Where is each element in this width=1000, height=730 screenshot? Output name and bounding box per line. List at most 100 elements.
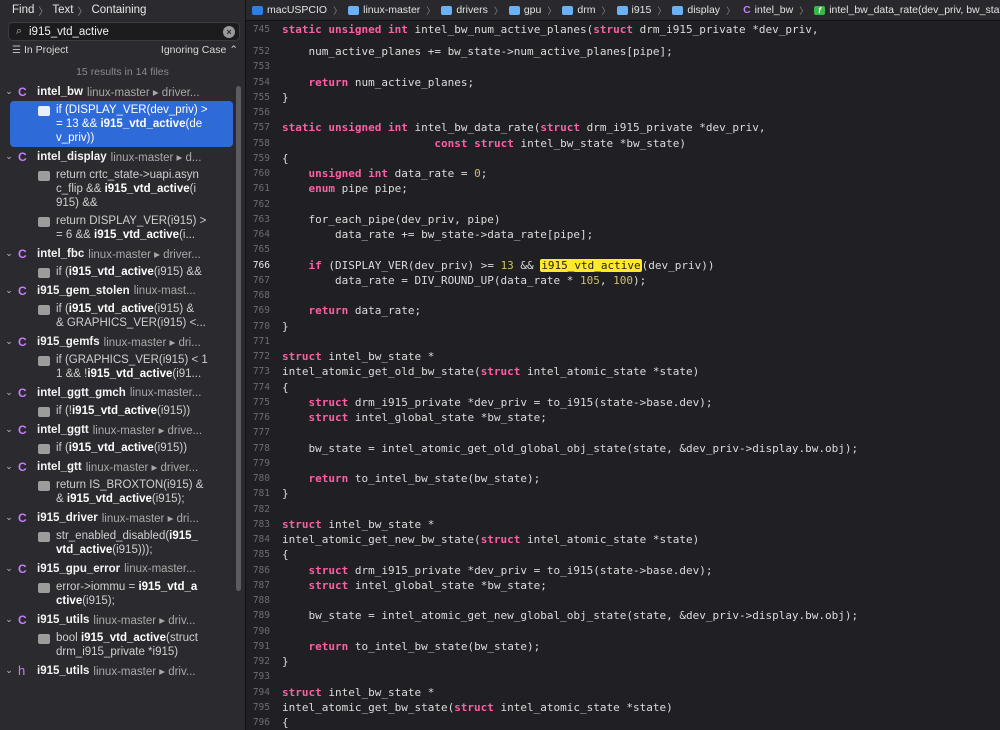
code-line: 768 xyxy=(246,288,1000,303)
code-line: 780 return to_intel_bw_state(bw_state); xyxy=(246,471,1000,486)
result-match[interactable]: if (GRAPHICS_VER(i915) < 1 1 && !i915_vt… xyxy=(10,351,233,383)
code-line: 789 bw_state = intel_atomic_get_new_glob… xyxy=(246,608,1000,623)
code-text: } xyxy=(282,655,289,668)
disclosure-chevron-icon[interactable]: ⌄ xyxy=(0,248,18,259)
result-file-path: linux-master... xyxy=(124,562,196,575)
result-match[interactable]: if (!i915_vtd_active(i915)) xyxy=(10,402,233,420)
code-line: 756 xyxy=(246,105,1000,120)
code-text: intel_atomic_get_bw_state(struct intel_a… xyxy=(282,700,673,714)
chevron-right-icon: 〉 xyxy=(601,5,611,16)
result-file[interactable]: ⌄ Cintel_gtt linux-master ▸ driver... xyxy=(0,457,236,476)
disclosure-chevron-icon[interactable]: ⌄ xyxy=(0,424,18,435)
line-number: 786 xyxy=(252,564,270,576)
disclosure-chevron-icon[interactable]: ⌄ xyxy=(0,285,18,296)
case-sensitivity-selector[interactable]: Ignoring Case ⌃ xyxy=(161,44,238,58)
result-match[interactable]: if (i915_vtd_active(i915) & & GRAPHICS_V… xyxy=(10,300,233,332)
disclosure-chevron-icon[interactable]: ⌄ xyxy=(0,86,18,97)
result-file[interactable]: ⌄ Cintel_ggtt linux-master ▸ drive... xyxy=(0,420,236,439)
disclosure-chevron-icon[interactable]: ⌄ xyxy=(0,563,18,574)
find-mode-text[interactable]: Text xyxy=(52,4,73,16)
line-number: 779 xyxy=(252,457,270,469)
result-file[interactable]: ⌄ Ci915_utils linux-master ▸ driv... xyxy=(0,610,236,629)
results-count: 15 results in 14 files xyxy=(76,66,169,78)
line-number: 760 xyxy=(252,168,270,179)
code-line: 788 xyxy=(246,593,1000,608)
source-editor[interactable]: 745 static unsigned int intel_bw_num_acti… xyxy=(246,21,1000,730)
breadcrumb-item[interactable]: f intel_bw_data_rate(dev_priv, bw_state) xyxy=(808,4,1000,16)
disclosure-chevron-icon[interactable]: ⌄ xyxy=(0,151,18,162)
c-file-icon: C xyxy=(18,612,27,627)
result-match-text: if (i915_vtd_active(i915)) xyxy=(56,442,188,454)
breadcrumb-label: display xyxy=(687,4,721,16)
result-match[interactable]: if (DISPLAY_VER(dev_priv) > = 13 && i915… xyxy=(10,101,233,147)
disclosure-chevron-icon[interactable]: ⌄ xyxy=(0,387,18,398)
line-number: 788 xyxy=(252,595,270,606)
breadcrumb-item[interactable]: i915 〉 xyxy=(611,4,666,17)
result-file[interactable]: ⌄ Cintel_bw linux-master ▸ driver... xyxy=(0,82,236,101)
chevron-right-icon: 〉 xyxy=(333,5,343,16)
line-number: 790 xyxy=(252,625,270,637)
result-file-name: intel_fbc xyxy=(37,247,85,260)
breadcrumb-item[interactable]: linux-master 〉 xyxy=(342,4,435,17)
code-line: 776 struct intel_global_state *bw_state; xyxy=(246,410,1000,425)
line-match-icon xyxy=(38,268,50,278)
code-line: 764 data_rate += bw_state->data_rate[pip… xyxy=(246,227,1000,242)
disclosure-chevron-icon[interactable]: ⌄ xyxy=(0,336,18,347)
breadcrumb-item[interactable]: drm 〉 xyxy=(556,4,611,17)
result-match[interactable]: return DISPLAY_VER(i915) > = 6 && i915_v… xyxy=(10,212,233,244)
result-file[interactable]: ⌄ Ci915_driver linux-master ▸ dri... xyxy=(0,508,236,527)
code-text: const struct intel_bw_state *bw_state) xyxy=(434,136,687,150)
find-mode-containing[interactable]: Containing xyxy=(91,4,146,16)
result-file-name: i915_gem_stolen xyxy=(37,284,130,297)
result-match[interactable]: str_enabled_disabled(i915_ vtd_active(i9… xyxy=(10,527,233,559)
result-file-path: linux-master ▸ d... xyxy=(110,151,202,164)
chevron-right-icon: 〉 xyxy=(726,5,736,16)
result-file[interactable]: ⌄ Cintel_fbc linux-master ▸ driver... xyxy=(0,244,236,263)
line-number: 762 xyxy=(252,198,270,210)
line-number: 745 xyxy=(252,24,270,35)
breadcrumb-item[interactable]: Cintel_bw 〉 xyxy=(735,4,808,17)
result-file[interactable]: ⌄ h i915_utils linux-master ▸ driv... xyxy=(0,661,236,680)
line-number: 763 xyxy=(252,213,270,225)
result-match-text: error->iommu = i915_vtd_a ctive(i915); xyxy=(56,581,198,607)
disclosure-chevron-icon[interactable]: ⌄ xyxy=(0,665,18,676)
result-match-text: if (i915_vtd_active(i915) & & GRAPHICS_V… xyxy=(56,303,206,329)
scope-selector[interactable]: ☰ In Project xyxy=(12,44,68,58)
result-match[interactable]: return IS_BROXTON(i915) & & i915_vtd_act… xyxy=(10,476,233,508)
find-mode-find[interactable]: Find xyxy=(12,4,34,16)
result-match[interactable]: if (i915_vtd_active(i915)) xyxy=(10,439,233,457)
code-line: 767 data_rate = DIV_ROUND_UP(data_rate *… xyxy=(246,273,1000,288)
line-number: 795 xyxy=(252,701,270,713)
result-match[interactable]: if (i915_vtd_active(i915) && xyxy=(10,263,233,281)
result-file-path: linux-master ▸ driv... xyxy=(93,614,196,627)
result-match-text: if (GRAPHICS_VER(i915) < 1 1 && !i915_vt… xyxy=(56,354,208,380)
find-mode-bar[interactable]: Find 〉 Text 〉 Containing xyxy=(0,0,245,20)
disclosure-chevron-icon[interactable]: ⌄ xyxy=(0,614,18,625)
result-file[interactable]: ⌄ Cintel_ggtt_gmch linux-master... xyxy=(0,383,236,402)
result-file[interactable]: ⌄ Cintel_display linux-master ▸ d... xyxy=(0,147,236,166)
results-scrollbar[interactable] xyxy=(236,86,241,591)
breadcrumb-item[interactable]: display 〉 xyxy=(666,4,735,17)
line-number: 757 xyxy=(252,122,270,134)
result-file-path: linux-master ▸ driver... xyxy=(85,461,199,474)
result-match[interactable]: return crtc_state->uapi.asyn c_flip && i… xyxy=(10,166,233,212)
clear-search-icon[interactable]: × xyxy=(223,25,235,38)
line-number: 752 xyxy=(252,46,270,57)
result-file[interactable]: ⌄ Ci915_gem_stolen linux-mast... xyxy=(0,281,236,300)
result-file[interactable]: ⌄ Ci915_gpu_error linux-master... xyxy=(0,559,236,578)
disclosure-chevron-icon[interactable]: ⌄ xyxy=(0,461,18,472)
result-match[interactable]: bool i915_vtd_active(struct drm_i915_pri… xyxy=(10,629,233,661)
code-text: for_each_pipe(dev_priv, pipe) xyxy=(282,212,501,226)
jump-bar: macUSPCIO 〉 linux-master 〉 drivers 〉 gpu 〉 drm 〉 i… xyxy=(246,0,1000,21)
result-file[interactable]: ⌄ Ci915_gemfs linux-master ▸ dri... xyxy=(0,332,236,351)
result-match-text: if (i915_vtd_active(i915) && xyxy=(56,266,202,278)
code-line: 793 xyxy=(246,669,1000,684)
breadcrumb-item[interactable]: drivers 〉 xyxy=(435,4,503,17)
disclosure-chevron-icon[interactable]: ⌄ xyxy=(0,512,18,523)
result-match[interactable]: error->iommu = i915_vtd_a ctive(i915); xyxy=(10,578,233,610)
search-input[interactable]: i915_vtd_active xyxy=(29,26,223,38)
code-text: return to_intel_bw_state(bw_state); xyxy=(308,472,541,485)
breadcrumb-item[interactable]: gpu 〉 xyxy=(503,4,556,17)
breadcrumb-item[interactable]: macUSPCIO 〉 xyxy=(246,4,342,17)
search-field[interactable]: ⌕ i915_vtd_active × xyxy=(8,22,240,41)
